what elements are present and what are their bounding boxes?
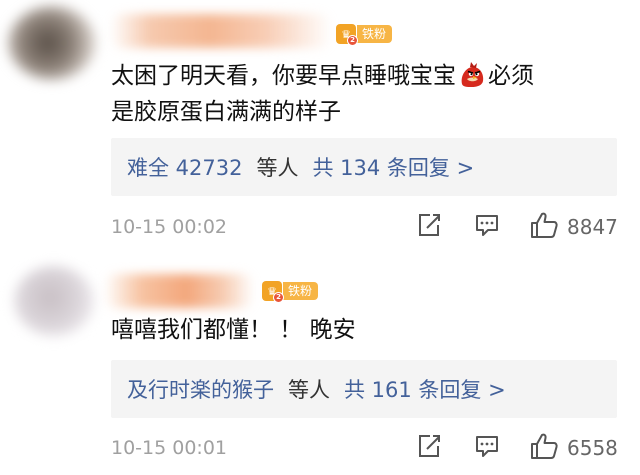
like-count: 6558 [567,436,618,460]
share-icon[interactable] [416,433,442,459]
fan-badge[interactable]: ♛ 2 铁粉 [262,281,319,303]
comment-text-part: 嘻嘻我们都懂！ ！ 晚安 [111,317,356,343]
share-icon[interactable] [416,212,442,238]
reply-total-link[interactable]: 共 134 条回复 > [312,152,474,182]
comment-text: 太困了明天看，你要早点睡哦宝宝 必须 是胶原蛋白满满的样子 [111,58,616,130]
avatar[interactable] [14,266,94,336]
avatar[interactable] [8,6,96,80]
reply-users[interactable]: 难全 42732 [127,152,242,182]
reply-users-suffix: 等人 [288,378,330,402]
comment-icon[interactable] [474,212,500,238]
reply-users[interactable]: 及行时楽的猴子 [127,374,274,404]
thumbs-up-icon[interactable] [529,210,559,240]
fan-badge-icon: ♛ 2 [336,24,358,46]
comment-text-part: 太困了明天看，你要早点睡哦宝宝 [111,63,456,89]
reply-total-link[interactable]: 共 161 条回复 > [344,374,506,404]
timestamp: 10-15 00:02 [111,216,228,238]
comment-footer: 10-15 00:01 6558 [111,433,621,463]
angry-bird-emoji-icon [461,62,484,87]
fan-badge-label: 铁粉 [283,282,319,300]
thumbs-up-icon[interactable] [529,431,559,461]
comment-text-part: 是胶原蛋白满满的样子 [111,99,341,125]
comment-list: ♛ 2 铁粉 太困了明天看，你要早点睡哦宝宝 必须 是胶原蛋白满满的样子 难全 4… [0,0,640,475]
like-count: 8847 [567,215,618,239]
replies-preview[interactable]: 及行时楽的猴子 等人 共 161 条回复 > [111,360,617,418]
fan-badge-label: 铁粉 [357,25,393,43]
username-blurred[interactable] [110,14,332,48]
comment-icon[interactable] [474,433,500,459]
reply-users-suffix: 等人 [256,156,299,180]
username-blurred[interactable] [104,274,254,308]
fan-badge-icon: ♛ 2 [262,281,284,303]
fan-badge[interactable]: ♛ 2 铁粉 [336,24,393,46]
comment-footer: 10-15 00:02 8847 [111,212,621,242]
timestamp: 10-15 00:01 [111,437,228,459]
replies-preview[interactable]: 难全 42732 等人 共 134 条回复 > [111,138,617,196]
comment-text-part: 必须 [488,63,534,89]
comment-text: 嘻嘻我们都懂！ ！ 晚安 [111,312,616,348]
